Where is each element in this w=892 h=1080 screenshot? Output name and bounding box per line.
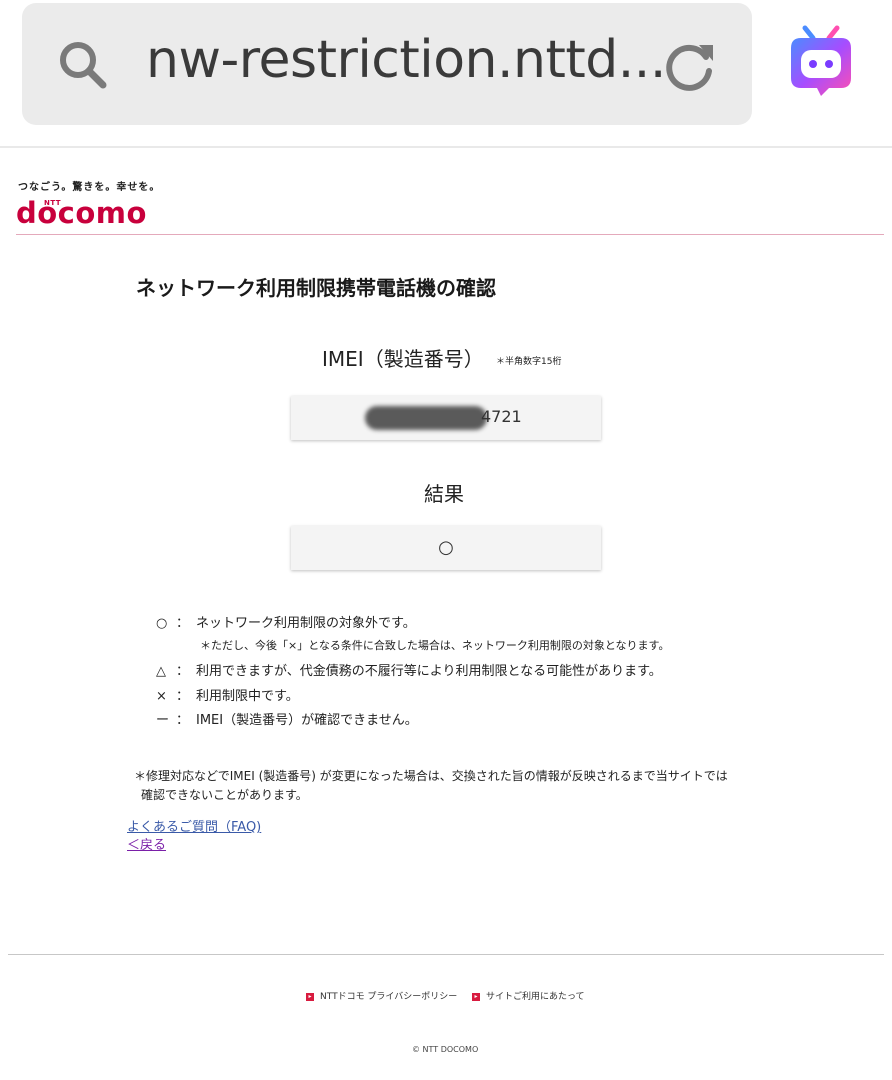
legend-text: ネットワーク利用制限の対象外です。 <box>196 616 416 631</box>
imei-value: 4721 <box>481 407 522 426</box>
search-icon[interactable] <box>56 38 110 92</box>
tagline: つなごう。驚きを。幸せを。 <box>18 182 161 193</box>
reload-icon[interactable] <box>661 37 719 95</box>
legend-colon: ： <box>176 713 190 728</box>
legend-colon: ： <box>176 616 190 631</box>
legend-symbol: ー <box>156 713 170 728</box>
external-link-icon: ▸ <box>306 992 314 1001</box>
result-label: 結果 <box>424 482 464 506</box>
legend-subnote: ＊ただし、今後「×」となる条件に合致した場合は、ネットワーク利用制限の対象となり… <box>200 639 670 652</box>
footer-divider <box>8 954 884 955</box>
assistant-bot-icon[interactable] <box>783 24 859 100</box>
faq-link[interactable]: よくあるご質問（FAQ) <box>127 816 261 835</box>
result-field: ○ <box>291 526 601 570</box>
imei-label: IMEI（製造番号） <box>322 347 484 371</box>
chrome-divider <box>0 146 892 148</box>
footnote-line-2: 確認できないことがあります。 <box>141 788 308 802</box>
page-title: ネットワーク利用制限携帯電話機の確認 <box>136 276 496 300</box>
privacy-policy-link[interactable]: ▸ NTTドコモ プライバシーポリシー <box>306 989 457 1002</box>
external-link-icon: ▸ <box>472 992 480 1001</box>
back-link[interactable]: ＜戻る <box>127 834 166 853</box>
legend-row-unknown: ー ： IMEI（製造番号）が確認できません。 <box>156 709 418 728</box>
result-value: ○ <box>438 537 454 558</box>
privacy-policy-label: NTTドコモ プライバシーポリシー <box>320 992 458 1002</box>
legend-text: 利用できますが、代金債務の不履行等により利用制限となる可能性があります。 <box>196 664 662 679</box>
header-divider <box>16 234 884 235</box>
legend-row-restricted: × ： 利用制限中です。 <box>156 685 299 704</box>
imei-field[interactable]: 4721 <box>291 396 601 440</box>
legend-symbol: ○ <box>156 616 168 631</box>
imei-note: ＊半角数字15桁 <box>496 357 562 367</box>
legend-symbol: △ <box>156 664 166 679</box>
footnote: ＊修理対応などでIMEI (製造番号) が変更になった場合は、交換された旨の情報… <box>134 767 728 805</box>
url-text[interactable]: nw-restriction.nttd... <box>146 30 666 90</box>
legend-symbol: × <box>156 689 167 704</box>
copyright: © NTT DOCOMO <box>412 1045 479 1054</box>
legend-colon: ： <box>176 664 190 679</box>
legend-text: 利用制限中です。 <box>196 689 299 704</box>
legend-text: IMEI（製造番号）が確認できません。 <box>196 713 418 728</box>
legend-row-clear: ○ ： ネットワーク利用制限の対象外です。 <box>156 612 416 631</box>
site-terms-link[interactable]: ▸ サイトご利用にあたって <box>472 989 585 1002</box>
logo-ntt-mark: NTT <box>44 199 62 207</box>
redaction-mark <box>365 406 487 430</box>
docomo-logo[interactable]: docomo <box>16 196 147 230</box>
footnote-line-1: ＊修理対応などでIMEI (製造番号) が変更になった場合は、交換された旨の情報… <box>134 769 728 783</box>
site-terms-label: サイトご利用にあたって <box>486 992 585 1002</box>
legend-colon: ： <box>176 689 190 704</box>
legend-row-caution: △ ： 利用できますが、代金債務の不履行等により利用制限となる可能性があります。 <box>156 660 662 679</box>
